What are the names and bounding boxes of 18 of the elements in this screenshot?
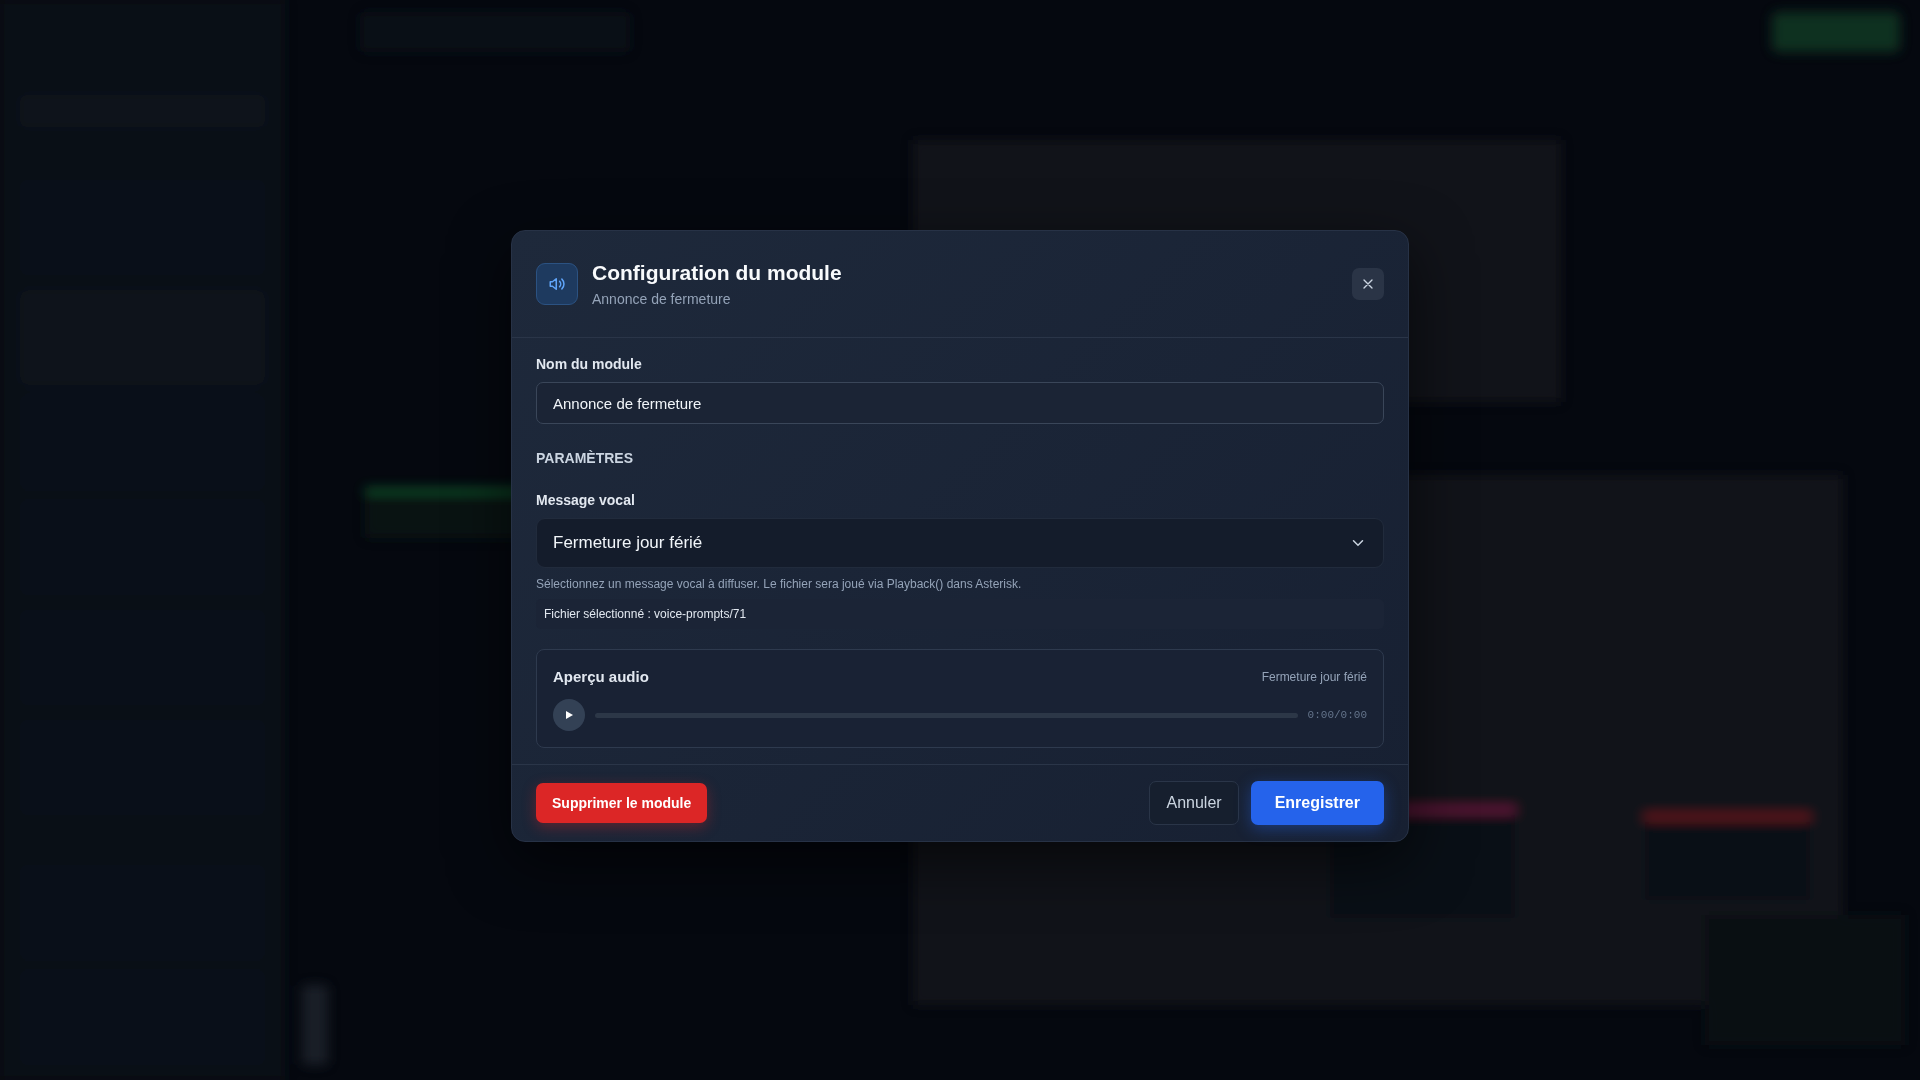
- voice-message-dropdown[interactable]: Fermeture jour férié: [536, 518, 1384, 568]
- audio-preview-title: Aperçu audio: [553, 668, 649, 685]
- save-button[interactable]: Enregistrer: [1250, 781, 1384, 825]
- play-icon: [564, 710, 574, 720]
- cancel-button[interactable]: Annuler: [1149, 781, 1239, 825]
- dialog-title: Configuration du module: [592, 261, 843, 285]
- section-heading: PARAMÈTRES: [536, 450, 634, 466]
- time-display: 0:00/0:00: [1307, 709, 1367, 721]
- dialog-subtitle: Annonce de fermeture: [592, 291, 732, 307]
- play-button[interactable]: [553, 699, 585, 731]
- field-label: Message vocal: [536, 492, 636, 508]
- module-name-field[interactable]: Annonce de fermeture: [536, 382, 1384, 424]
- help-text: Sélectionnez un message vocal à diffuser. Le fichier sera joué via Playback() dans Asterisk.: [536, 577, 1023, 591]
- delete-module-button[interactable]: Supprimer le module: [536, 783, 708, 823]
- close-button[interactable]: [1352, 268, 1384, 300]
- speaker-icon: [536, 263, 578, 305]
- track-name: Fermeture jour férié: [1261, 669, 1367, 684]
- field-label: Nom du module: [536, 356, 643, 372]
